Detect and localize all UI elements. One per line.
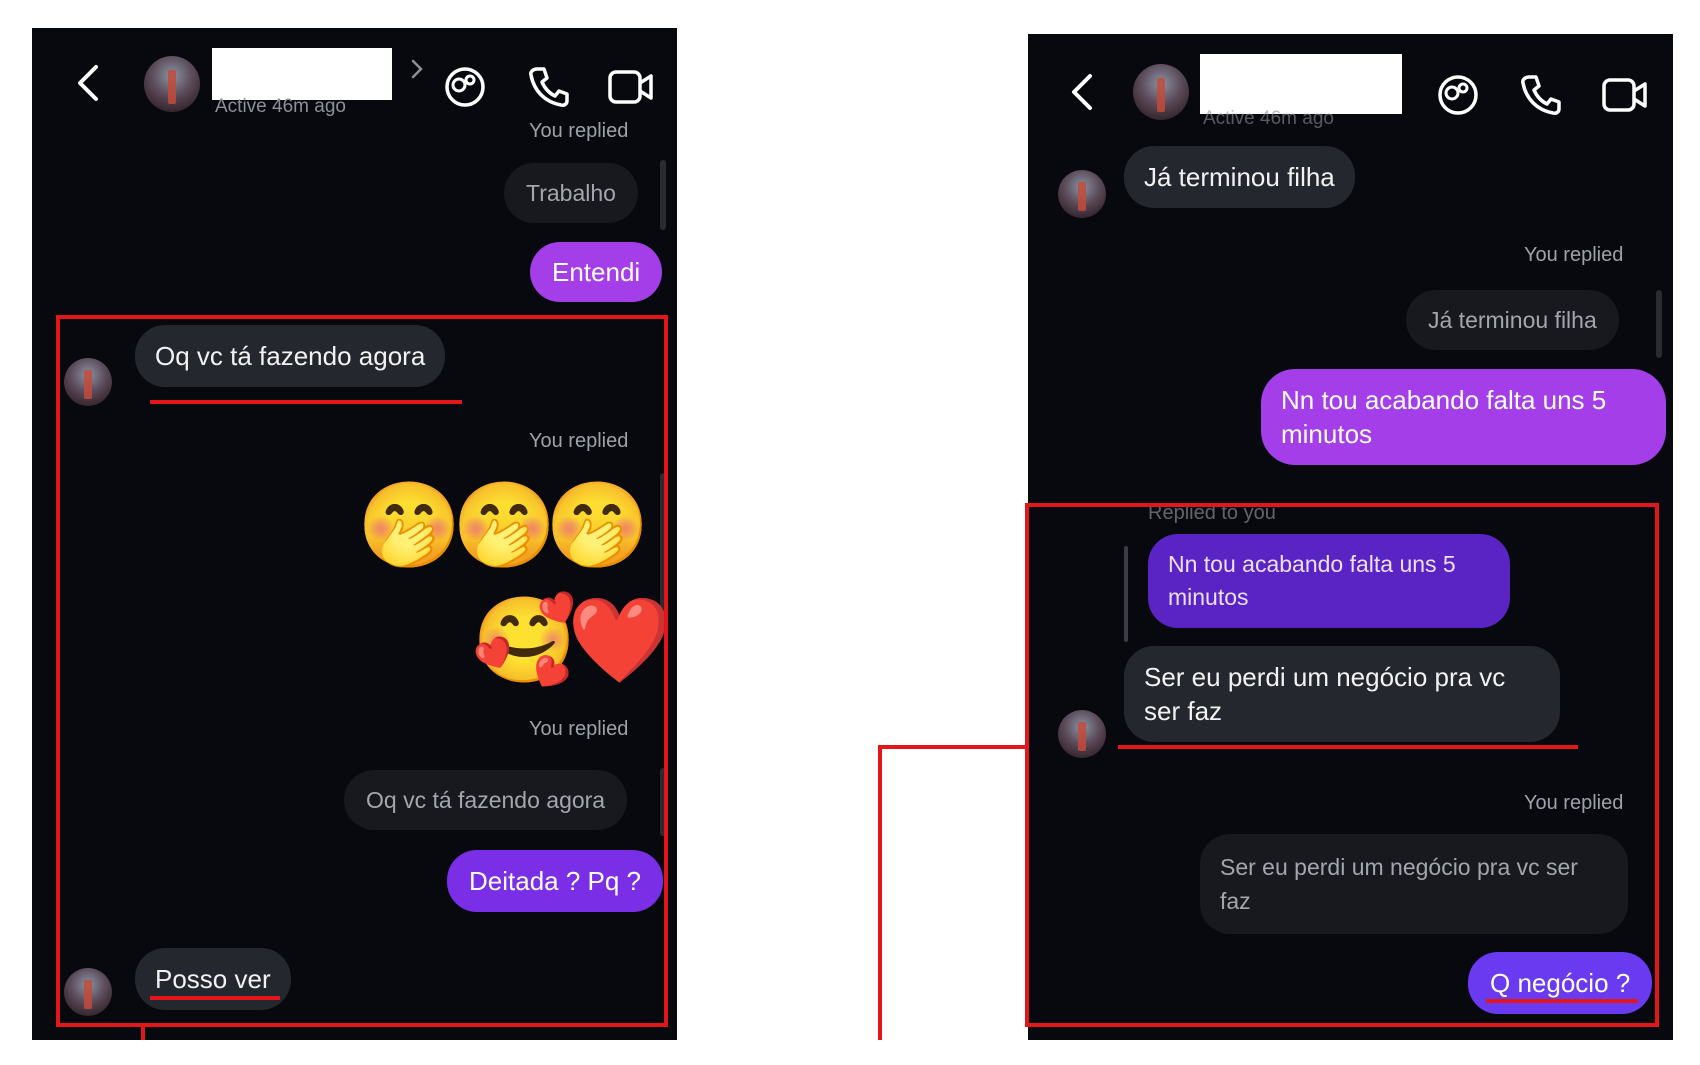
- quote-divider: [1656, 290, 1662, 358]
- you-replied-label: You replied: [529, 120, 629, 142]
- quoted-message-bubble[interactable]: Já terminou filha: [1406, 290, 1619, 350]
- contact-avatar[interactable]: [144, 56, 200, 112]
- highlight-underline: [1486, 999, 1638, 1003]
- quoted-message-bubble[interactable]: Trabalho: [504, 163, 638, 223]
- received-message-bubble[interactable]: Já terminou filha: [1124, 146, 1355, 208]
- highlight-underline: [150, 400, 462, 404]
- effects-icon[interactable]: [442, 64, 488, 110]
- chat-header: Active 46m ago: [1028, 34, 1673, 142]
- header-chevron-right-icon[interactable]: [410, 58, 424, 80]
- video-call-icon[interactable]: [607, 68, 655, 106]
- highlight-underline: [1118, 745, 1578, 749]
- active-status: Active 46m ago: [1203, 108, 1334, 129]
- highlight-underline: [150, 996, 280, 1000]
- sent-message-bubble[interactable]: Entendi: [530, 242, 663, 302]
- video-call-icon[interactable]: [1601, 76, 1649, 114]
- connector-line: [878, 745, 882, 1040]
- connector-line: [141, 1025, 145, 1040]
- back-chevron-icon[interactable]: [1068, 72, 1098, 112]
- highlight-box: [1025, 503, 1659, 1027]
- quote-divider: [660, 160, 666, 230]
- phone-call-icon[interactable]: [527, 64, 571, 108]
- redacted-contact-name: [212, 48, 392, 100]
- redacted-contact-name: [1200, 54, 1402, 114]
- connector-line: [878, 745, 1028, 749]
- you-replied-label: You replied: [1524, 244, 1624, 266]
- contact-avatar[interactable]: [1133, 64, 1189, 120]
- sent-message-bubble[interactable]: Nn tou acabando falta uns 5 minutos: [1261, 369, 1666, 465]
- phone-call-icon[interactable]: [1519, 72, 1563, 116]
- effects-icon[interactable]: [1435, 72, 1481, 118]
- highlight-box: [56, 315, 668, 1027]
- sender-avatar: [1058, 170, 1106, 218]
- active-status: Active 46m ago: [215, 96, 346, 117]
- back-chevron-icon[interactable]: [74, 63, 104, 103]
